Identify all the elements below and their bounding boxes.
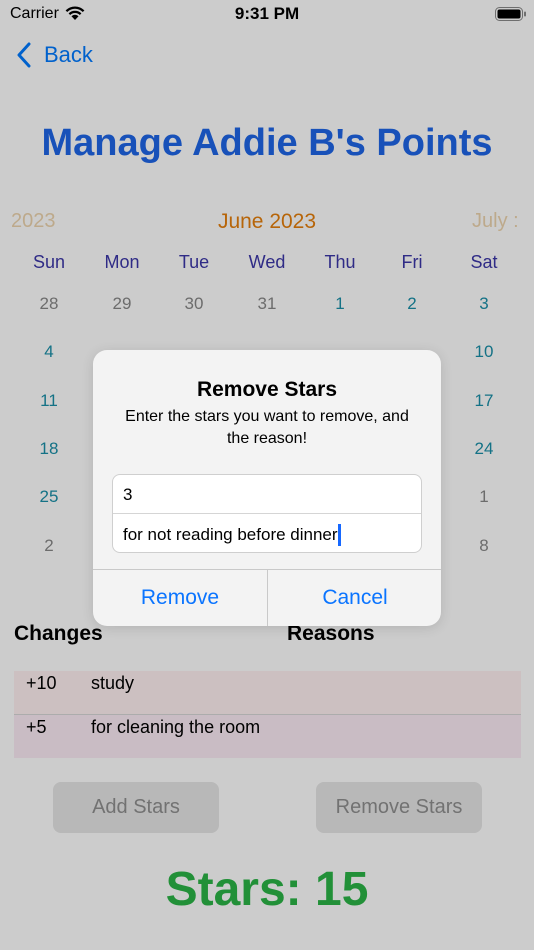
reason-value: for not reading before dinner	[123, 525, 338, 544]
alert-field-group: 3 for not reading before dinner	[112, 474, 422, 553]
alert-title: Remove Stars	[196, 378, 338, 401]
text-cursor	[337, 523, 341, 546]
stars-amount-value: 3	[123, 485, 133, 504]
alert-remove-button[interactable]: Remove	[93, 570, 267, 626]
stars-amount-field[interactable]: 3	[113, 475, 421, 514]
alert-message: Enter the stars you want to remove, and …	[125, 408, 409, 447]
reason-field[interactable]: for not reading before dinner	[113, 515, 421, 552]
remove-stars-alert: Remove Stars Enter the stars you want to…	[93, 350, 441, 626]
alert-cancel-button[interactable]: Cancel	[268, 570, 441, 626]
